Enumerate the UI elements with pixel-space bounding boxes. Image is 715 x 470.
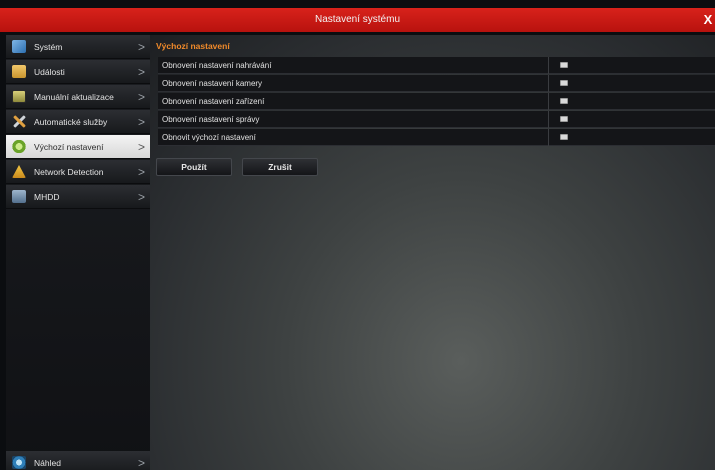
chevron-right-icon: >: [137, 140, 145, 154]
title-bar: Nastavení systému X: [0, 8, 715, 32]
sidebar-item-label: Manuální aktualizace: [34, 92, 114, 102]
restore-defaults-checkbox[interactable]: [560, 134, 568, 140]
column-divider: [548, 57, 549, 74]
hdd-icon: [12, 190, 26, 203]
chevron-right-icon: >: [137, 90, 145, 104]
sidebar-item-label: Události: [34, 67, 65, 77]
default-settings-icon: [12, 140, 26, 153]
sidebar-item-label: Výchozí nastavení: [34, 142, 104, 152]
restore-device-checkbox[interactable]: [560, 98, 568, 104]
main-panel: Výchozí nastavení Obnovení nastavení nah…: [150, 35, 715, 470]
sidebar-item-label: Systém: [34, 42, 63, 52]
cancel-button[interactable]: Zrušit: [242, 158, 318, 176]
apply-button[interactable]: Použít: [156, 158, 232, 176]
events-icon: [12, 65, 26, 78]
option-row-factory: Obnovit výchozí nastavení: [158, 129, 715, 146]
sidebar-item-label: Náhled: [34, 458, 61, 468]
restore-management-checkbox[interactable]: [560, 116, 568, 122]
column-divider: [548, 75, 549, 92]
column-divider: [548, 111, 549, 128]
sidebar-item-label: Automatické služby: [34, 117, 108, 127]
sidebar-item-preview[interactable]: Náhled >: [6, 451, 150, 470]
sidebar: Systém > Události > Manuální aktualizace…: [6, 35, 150, 470]
chevron-right-icon: >: [137, 65, 145, 79]
sidebar-item-label: Network Detection: [34, 167, 104, 177]
restore-camera-checkbox[interactable]: [560, 80, 568, 86]
option-label: Obnovení nastavení kamery: [162, 79, 263, 88]
chevron-right-icon: >: [137, 190, 145, 204]
option-label: Obnovit výchozí nastavení: [162, 133, 256, 142]
option-label: Obnovení nastavení správy: [162, 115, 260, 124]
close-icon[interactable]: X: [701, 8, 715, 32]
option-row-camera: Obnovení nastavení kamery: [158, 75, 715, 92]
sidebar-item-manual-update[interactable]: Manuální aktualizace >: [6, 85, 150, 109]
window-title: Nastavení systému: [314, 14, 401, 25]
chevron-right-icon: >: [137, 40, 145, 54]
column-divider: [548, 129, 549, 146]
sidebar-item-system[interactable]: Systém >: [6, 35, 150, 59]
option-label: Obnovení nastavení zařízení: [162, 97, 265, 106]
chevron-right-icon: >: [137, 456, 145, 470]
sidebar-item-label: MHDD: [34, 192, 60, 202]
tools-icon: [12, 115, 26, 128]
restore-recording-checkbox[interactable]: [560, 62, 568, 68]
sidebar-item-mhdd[interactable]: MHDD >: [6, 185, 150, 209]
system-icon: [12, 40, 26, 53]
option-label: Obnovení nastavení nahrávání: [162, 61, 272, 70]
column-divider: [548, 93, 549, 110]
sidebar-item-events[interactable]: Události >: [6, 60, 150, 84]
section-title: Výchozí nastavení: [156, 41, 230, 51]
option-row-recording: Obnovení nastavení nahrávání: [158, 57, 715, 74]
manual-update-icon: [12, 90, 26, 103]
chevron-right-icon: >: [137, 165, 145, 179]
sidebar-item-network-detection[interactable]: Network Detection >: [6, 160, 150, 184]
chevron-right-icon: >: [137, 115, 145, 129]
preview-icon: [12, 456, 26, 469]
sidebar-item-auto-services[interactable]: Automatické služby >: [6, 110, 150, 134]
sidebar-item-default-settings[interactable]: Výchozí nastavení >: [6, 135, 150, 159]
network-warning-icon: [12, 165, 26, 178]
option-row-device: Obnovení nastavení zařízení: [158, 93, 715, 110]
option-row-management: Obnovení nastavení správy: [158, 111, 715, 128]
